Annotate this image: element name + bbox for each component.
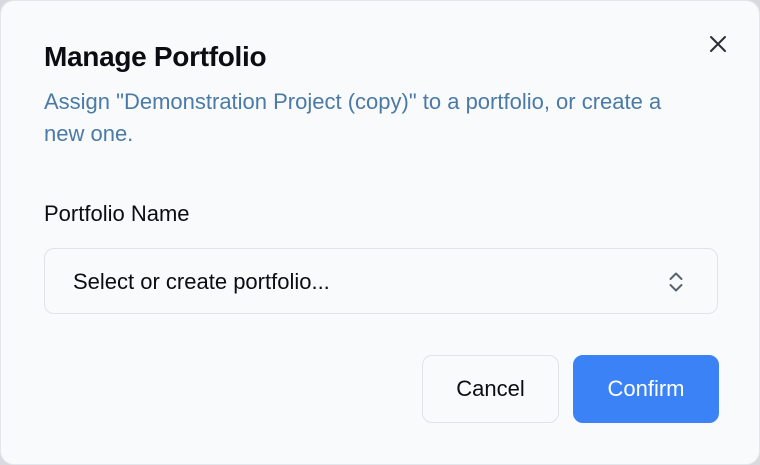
- portfolio-select-placeholder: Select or create portfolio...: [73, 269, 330, 294]
- cancel-button[interactable]: Cancel: [422, 355, 559, 423]
- portfolio-select[interactable]: Select or create portfolio...: [44, 248, 718, 314]
- close-icon: [710, 36, 726, 52]
- chevron-up-down-icon: [669, 272, 683, 292]
- dialog-title: Manage Portfolio: [44, 41, 267, 72]
- close-button[interactable]: [703, 29, 733, 59]
- dialog-description: Assign "Demonstration Project (copy)" to…: [44, 89, 662, 146]
- manage-portfolio-dialog: Manage Portfolio Assign "Demonstration P…: [0, 0, 760, 465]
- portfolio-name-label: Portfolio Name: [44, 201, 190, 226]
- confirm-button[interactable]: Confirm: [573, 355, 719, 423]
